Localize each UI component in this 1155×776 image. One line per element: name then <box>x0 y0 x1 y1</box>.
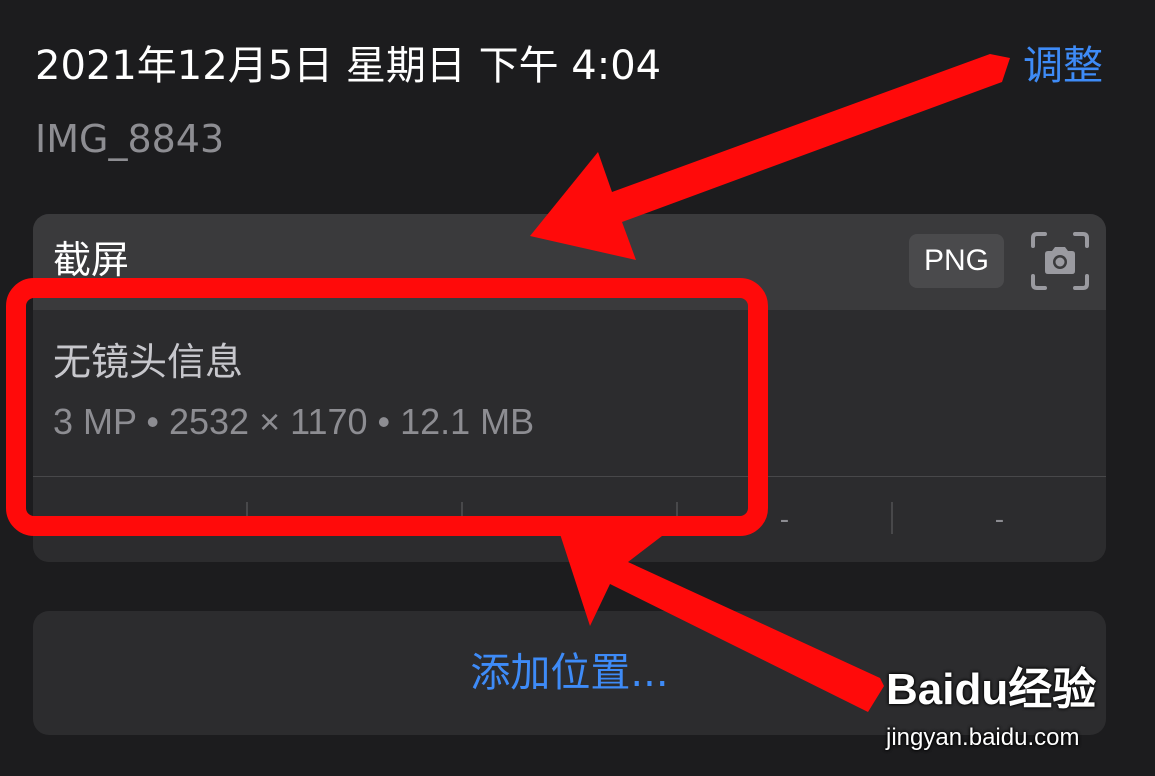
photo-datetime: 2021年12月5日 星期日 下午 4:04 <box>35 43 662 89</box>
adjust-button[interactable]: 调整 <box>1023 38 1103 94</box>
baidu-logo: Baidu经验 <box>886 665 1097 714</box>
annotation-highlight-box <box>6 278 768 536</box>
photo-info-panel: 2021年12月5日 星期日 下午 4:04 调整 IMG_8843 截屏 PN… <box>0 0 1155 776</box>
baidu-watermark: Baidu经验 jingyan.baidu.com <box>880 655 1100 755</box>
watermark-url: jingyan.baidu.com <box>886 724 1080 751</box>
photo-filename: IMG_8843 <box>35 117 225 161</box>
exif-value: - <box>994 505 1005 535</box>
format-badge: PNG <box>909 234 1004 288</box>
screenshot-camera-icon[interactable] <box>1029 230 1091 292</box>
